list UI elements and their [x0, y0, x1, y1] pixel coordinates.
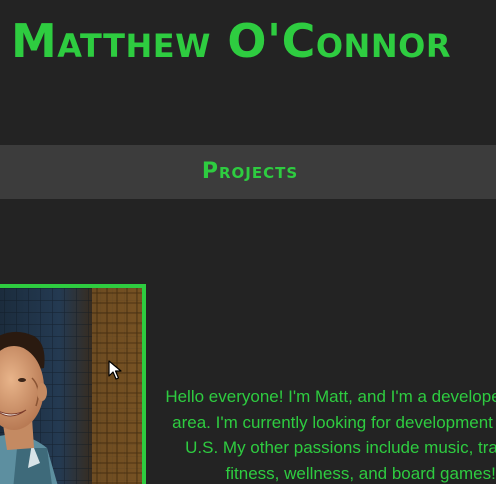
- profile-photo-frame: [0, 284, 146, 484]
- mouse-pointer-icon: [108, 360, 122, 380]
- profile-photo: [0, 288, 142, 484]
- site-title: Matthew O'Connor: [11, 14, 451, 68]
- page: Matthew O'Connor Projects Hello everyone…: [0, 0, 496, 484]
- bio-line: Hello everyone! I'm Matt, and I'm a deve…: [165, 387, 496, 406]
- bio-text: Hello everyone! I'm Matt, and I'm a deve…: [161, 384, 496, 484]
- nav-bar: Projects: [0, 145, 496, 199]
- bio-line: area. I'm currently looking for developm…: [172, 412, 496, 432]
- nav-link-projects[interactable]: Projects: [0, 145, 496, 199]
- bio-line: U.S. My other passions include music, tr…: [185, 438, 496, 457]
- bio-line: fitness, wellness, and board games! I've: [225, 463, 496, 483]
